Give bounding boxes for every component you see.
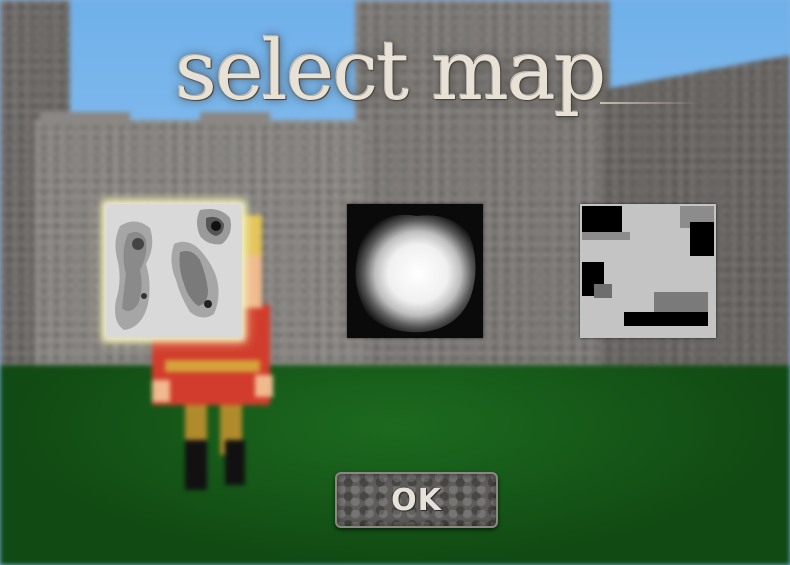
ok-button-label: OK <box>391 482 442 518</box>
map-option-1[interactable] <box>106 204 242 338</box>
title-flourish <box>600 102 700 104</box>
grass-ground <box>0 365 790 565</box>
map-option-3[interactable] <box>580 204 716 338</box>
screen-title: select map <box>175 24 606 119</box>
map-option-2[interactable] <box>347 204 483 338</box>
map-1-thumbnail <box>106 204 242 338</box>
character-boot <box>185 440 207 490</box>
map-2-thumbnail <box>347 204 483 338</box>
wall-merlon <box>40 112 130 126</box>
ok-button[interactable]: OK <box>335 472 498 528</box>
character-boot <box>225 440 245 485</box>
character-hand <box>152 380 170 402</box>
character-belt <box>165 360 260 372</box>
character-hand <box>255 375 273 397</box>
map-3-thumbnail <box>580 204 716 338</box>
